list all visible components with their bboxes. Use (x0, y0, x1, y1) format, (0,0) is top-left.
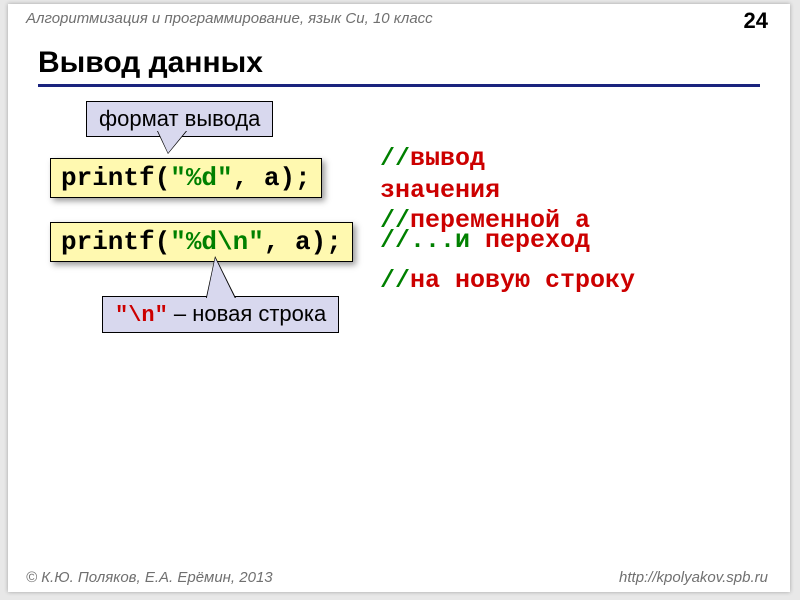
callout-tail (154, 131, 186, 153)
comment-slash: // (380, 266, 410, 295)
code-rest: , a); (233, 163, 311, 193)
code-format-string: "%d" (170, 163, 232, 193)
callout-text: – новая строка (168, 301, 326, 326)
code-fn: printf( (61, 227, 170, 257)
code-format-string: "%d\n" (170, 227, 264, 257)
comment-slash: // (380, 226, 410, 255)
comment-line-1: //вывод (380, 144, 485, 173)
comment-text: на новую строку (410, 266, 635, 295)
comment-line-2: значения (380, 176, 500, 205)
callout-tail (201, 258, 235, 298)
title-underline (38, 84, 760, 87)
code-rest: , a); (264, 227, 342, 257)
code-fn: printf( (61, 163, 170, 193)
comment-text: вывод (410, 144, 485, 173)
page-number: 24 (744, 8, 768, 34)
footer-url: http://kpolyakov.spb.ru (619, 569, 768, 586)
footer-copyright: © К.Ю. Поляков, Е.А. Ерёмин, 2013 (26, 569, 273, 586)
callout-newline: "\n" – новая строка (102, 296, 339, 333)
slide-title: Вывод данных (38, 46, 263, 80)
code-printf-1: printf("%d", a); (50, 158, 322, 198)
slide-header: Алгоритмизация и программирование, язык … (26, 10, 433, 27)
comment-slash: // (380, 144, 410, 173)
comment-line-5: //на новую строку (380, 266, 635, 295)
comment-line-4: //...и переход (380, 226, 590, 255)
slide: Алгоритмизация и программирование, язык … (8, 4, 790, 592)
comment-text: переход (485, 226, 590, 255)
comment-text: ...и (410, 226, 485, 255)
callout-code: "\n" (115, 303, 168, 328)
